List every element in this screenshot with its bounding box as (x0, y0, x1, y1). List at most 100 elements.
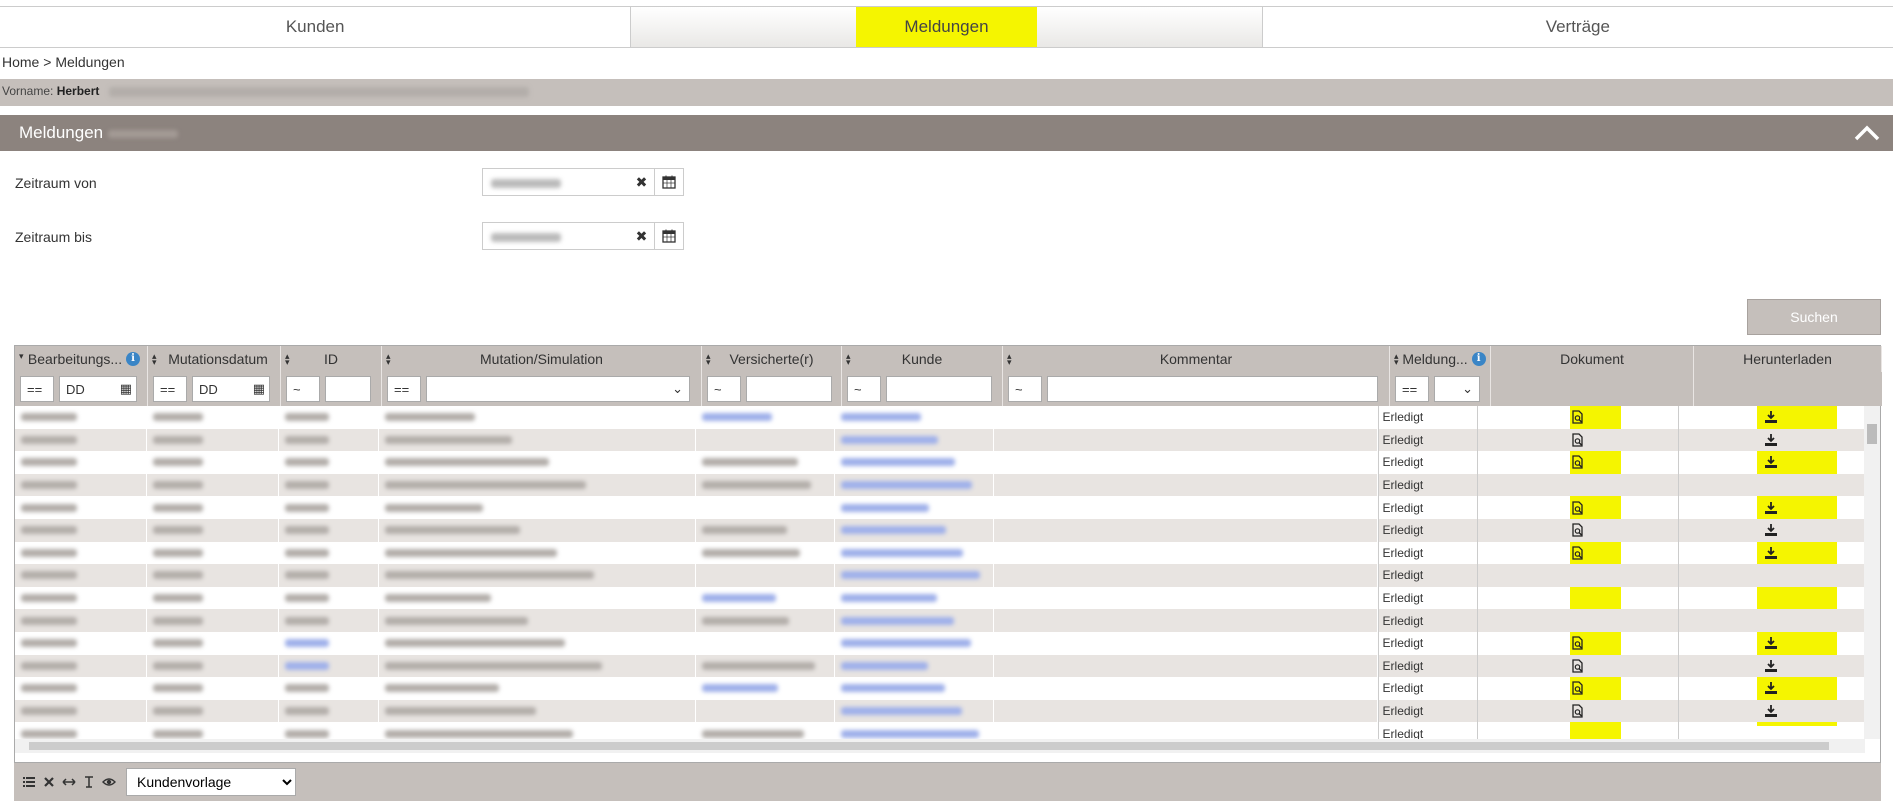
table-row[interactable]: Erledigt (15, 609, 1865, 632)
info-icon[interactable]: i (126, 352, 141, 366)
info-icon[interactable]: i (1471, 352, 1486, 366)
download-cell (1679, 564, 1865, 587)
redacted-value (840, 503, 929, 512)
table-row[interactable]: Erledigt (15, 631, 1865, 655)
table-row[interactable]: Erledigt (15, 518, 1865, 542)
redacted-cell (696, 609, 835, 632)
document-cell (1478, 518, 1679, 542)
download-icon[interactable] (1764, 523, 1778, 537)
zeitraum-bis-field[interactable]: ✖ (482, 222, 684, 250)
redacted-cell (994, 564, 1378, 587)
col-mutation-simulation[interactable]: ▴ ▾ Mutation/Simulation (382, 346, 702, 372)
zeitraum-von-field[interactable]: ✖ (482, 168, 684, 196)
scrollbar-thumb[interactable] (29, 742, 1829, 750)
document-search-icon[interactable] (1571, 455, 1585, 470)
col-kunde[interactable]: ▴ ▾ Kunde (842, 346, 1003, 372)
document-search-icon[interactable] (1571, 410, 1585, 424)
document-search-icon[interactable] (1571, 681, 1585, 696)
resize-horizontal-icon[interactable] (62, 775, 76, 789)
redacted-value (840, 458, 955, 467)
filter-input-kunde[interactable] (886, 376, 992, 402)
download-icon[interactable] (1764, 636, 1778, 650)
filter-op-bearbeitung[interactable]: == (20, 376, 54, 402)
horizontal-scrollbar[interactable] (15, 739, 1865, 753)
col-mutationsdatum[interactable]: ▴ ▾ Mutationsdatum (148, 346, 281, 372)
filter-op-versicherte[interactable]: ~ (707, 376, 741, 402)
table-row[interactable]: Erledigt (15, 586, 1865, 610)
download-icon[interactable] (1764, 410, 1778, 424)
download-icon[interactable] (1764, 455, 1778, 469)
zeitraum-von-input[interactable] (483, 169, 629, 195)
redacted-cell (147, 609, 279, 632)
list-icon[interactable] (22, 775, 36, 789)
document-search-icon[interactable] (1571, 546, 1585, 560)
vertical-scrollbar[interactable] (1864, 406, 1880, 739)
clear-von-icon[interactable]: ✖ (629, 169, 655, 195)
redacted-value (384, 548, 557, 557)
tab-vertraege[interactable]: Verträge (1263, 7, 1893, 47)
redacted-value (384, 707, 536, 716)
tab-meldungen[interactable]: Meldungen (631, 7, 1263, 47)
download-icon[interactable] (1764, 501, 1778, 515)
table-row[interactable]: Erledigt (15, 451, 1865, 474)
filter-op-mutationsdatum[interactable]: == (153, 376, 187, 402)
table-row[interactable]: Erledigt (15, 564, 1865, 587)
table-row[interactable]: Erledigt (15, 473, 1865, 497)
eye-icon[interactable] (102, 775, 116, 789)
text-height-icon[interactable] (82, 775, 96, 789)
redacted-value (152, 707, 203, 716)
zeitraum-bis-input[interactable] (483, 223, 629, 249)
col-id[interactable]: ▴ ▾ ID (281, 346, 382, 372)
download-icon[interactable] (1764, 546, 1778, 560)
document-search-icon[interactable] (1571, 659, 1585, 673)
col-bearbeitungsdatum[interactable]: ▾ Bearbeitungs... i (15, 346, 148, 372)
search-button[interactable]: Suchen (1747, 299, 1881, 335)
table-row[interactable]: Erledigt (15, 722, 1865, 739)
filter-op-kunde[interactable]: ~ (847, 376, 881, 402)
table-row[interactable]: Erledigt (15, 496, 1865, 519)
clear-bis-icon[interactable]: ✖ (629, 223, 655, 249)
collapse-chevron-icon[interactable] (1853, 119, 1881, 147)
filter-input-versicherte[interactable] (746, 376, 832, 402)
download-icon[interactable] (1764, 704, 1778, 718)
filter-op-status[interactable]: == (1395, 376, 1429, 402)
template-select[interactable]: Kundenvorlage (126, 768, 296, 796)
redacted-value (21, 594, 77, 603)
table-row[interactable]: Erledigt (15, 677, 1865, 700)
col-label: Meldung... (1402, 351, 1468, 367)
download-icon[interactable] (1764, 659, 1778, 673)
filter-select-mutation[interactable]: ⌄ (426, 376, 690, 402)
col-versicherte[interactable]: ▴ ▾ Versicherte(r) (702, 346, 842, 372)
calendar-icon[interactable]: ▦ (253, 381, 265, 397)
filter-op-kommentar[interactable]: ~ (1008, 376, 1042, 402)
filter-op-id[interactable]: ~ (286, 376, 320, 402)
document-search-icon[interactable] (1571, 523, 1585, 537)
filter-date-bearbeitung[interactable]: DD ▦ (59, 376, 137, 402)
filter-select-status[interactable]: ⌄ (1434, 376, 1480, 402)
close-icon[interactable] (42, 775, 56, 789)
breadcrumb-home[interactable]: Home (2, 54, 39, 70)
table-row[interactable]: Erledigt (15, 406, 1865, 429)
filter-input-kommentar[interactable] (1047, 376, 1378, 402)
tab-kunden[interactable]: Kunden (0, 7, 632, 47)
col-meldungsstatus[interactable]: ▴ ▾ Meldung... i (1390, 346, 1491, 372)
document-search-icon[interactable] (1571, 704, 1585, 718)
download-icon[interactable] (1764, 433, 1778, 447)
document-search-icon[interactable] (1571, 501, 1585, 515)
filter-input-id[interactable] (325, 376, 371, 402)
filter-op-mutation[interactable]: == (387, 376, 421, 402)
document-search-icon[interactable] (1571, 433, 1585, 447)
calendar-bis-icon[interactable] (655, 223, 683, 249)
table-row[interactable]: Erledigt (15, 699, 1865, 723)
calendar-icon[interactable]: ▦ (120, 381, 132, 397)
redacted-cell (147, 406, 279, 429)
col-kommentar[interactable]: ▴ ▾ Kommentar (1003, 346, 1390, 372)
table-row[interactable]: Erledigt (15, 541, 1865, 565)
calendar-von-icon[interactable] (655, 169, 683, 195)
filter-date-mutationsdatum[interactable]: DD ▦ (192, 376, 270, 402)
download-icon[interactable] (1764, 681, 1778, 695)
document-search-icon[interactable] (1571, 636, 1585, 650)
scrollbar-thumb[interactable] (1867, 424, 1877, 444)
table-row[interactable]: Erledigt (15, 654, 1865, 678)
table-row[interactable]: Erledigt (15, 428, 1865, 452)
